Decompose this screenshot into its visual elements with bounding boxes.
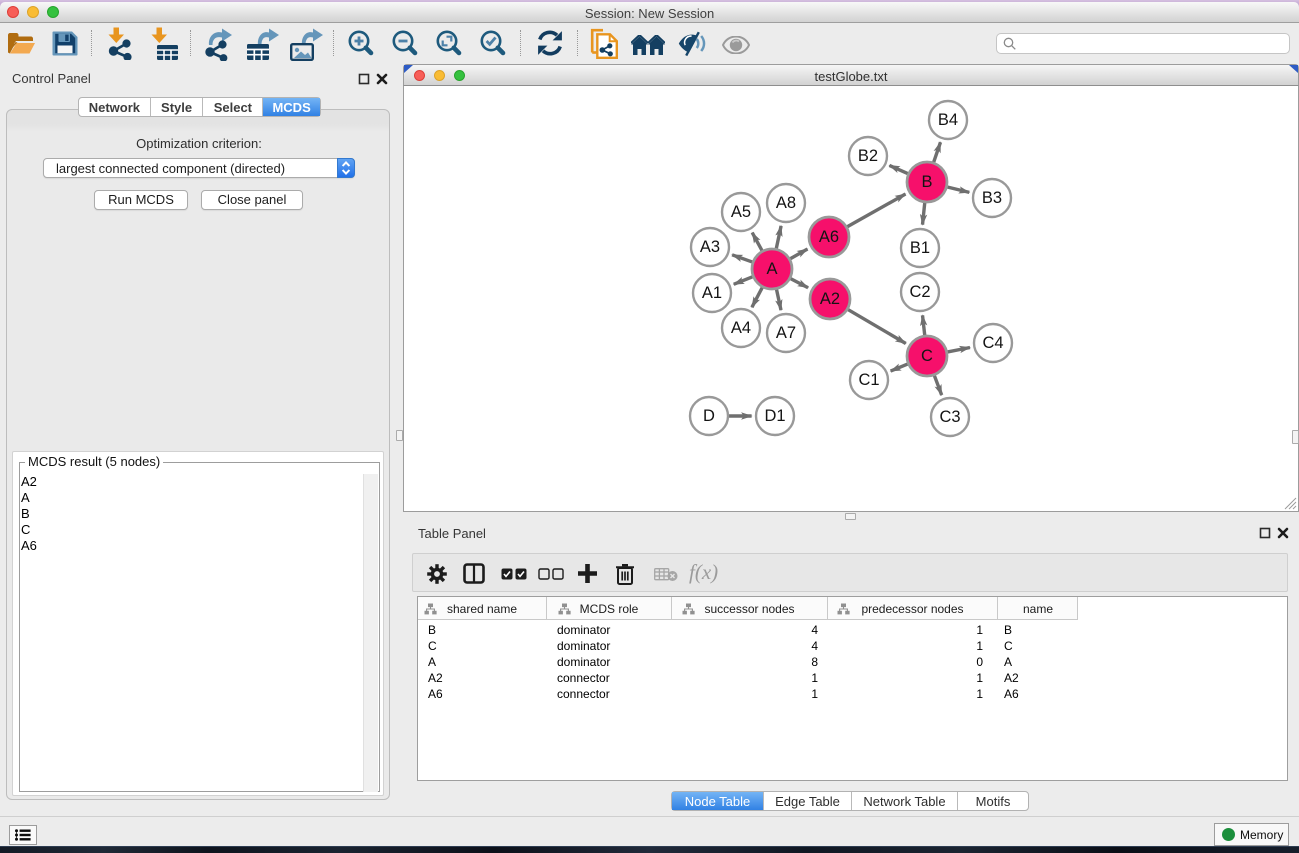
svg-text:A6: A6 xyxy=(819,228,839,246)
svg-text:A5: A5 xyxy=(731,203,751,221)
svg-text:A4: A4 xyxy=(731,319,751,337)
svg-text:B3: B3 xyxy=(982,189,1002,207)
svg-text:C3: C3 xyxy=(939,408,960,426)
svg-text:A3: A3 xyxy=(700,238,720,256)
svg-text:A7: A7 xyxy=(776,324,796,342)
svg-text:C2: C2 xyxy=(909,283,930,301)
svg-text:B2: B2 xyxy=(858,147,878,165)
svg-text:A1: A1 xyxy=(702,284,722,302)
svg-text:A8: A8 xyxy=(776,194,796,212)
svg-text:A: A xyxy=(766,260,777,278)
svg-text:A2: A2 xyxy=(820,290,840,308)
svg-text:C1: C1 xyxy=(858,371,879,389)
svg-text:D: D xyxy=(703,407,715,425)
svg-text:B: B xyxy=(921,173,932,191)
svg-text:D1: D1 xyxy=(764,407,785,425)
svg-text:C4: C4 xyxy=(982,334,1003,352)
svg-text:B4: B4 xyxy=(938,111,958,129)
svg-text:B1: B1 xyxy=(910,239,930,257)
svg-text:C: C xyxy=(921,347,933,365)
